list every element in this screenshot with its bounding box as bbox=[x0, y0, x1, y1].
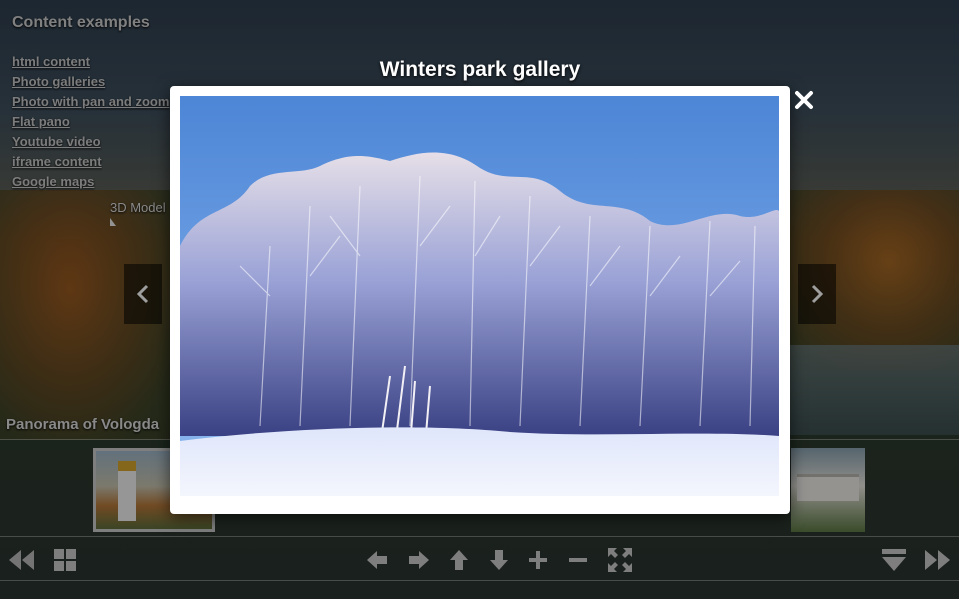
lightbox-frame bbox=[170, 86, 790, 514]
gallery-photo[interactable] bbox=[180, 96, 779, 496]
close-button[interactable] bbox=[792, 88, 816, 112]
gallery-title: Winters park gallery bbox=[379, 58, 581, 81]
winter-trees-image bbox=[180, 96, 779, 496]
close-icon bbox=[795, 91, 813, 109]
